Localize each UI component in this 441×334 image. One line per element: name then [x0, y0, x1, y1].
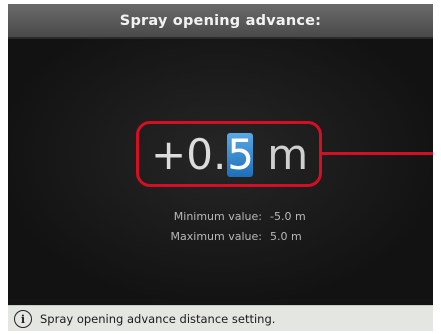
integer-digit[interactable]: 0 [186, 134, 213, 176]
page-title: Spray opening advance: [8, 4, 433, 39]
limit-labels: Minimum value: Maximum value: [148, 207, 262, 247]
display-screen: Spray opening advance: + 0 . 5 m Minimum… [8, 4, 433, 331]
max-label: Maximum value: [170, 230, 262, 243]
min-label: Minimum value: [173, 210, 262, 223]
limit-values: -5.0 m 5.0 m [270, 207, 350, 247]
status-bar: i Spray opening advance distance setting… [8, 305, 433, 331]
min-value: -5.0 m [270, 210, 306, 223]
info-icon: i [14, 310, 32, 328]
status-text: Spray opening advance distance setting. [40, 312, 276, 326]
value-input[interactable]: + 0 . 5 m [151, 129, 308, 181]
callout-line [322, 152, 433, 155]
decimal-point: . [212, 130, 227, 179]
max-value: 5.0 m [270, 230, 302, 243]
unit-label: m [267, 130, 309, 179]
value-editor-panel: + 0 . 5 m Minimum value: Maximum value: … [8, 39, 433, 299]
sign: + [151, 130, 187, 179]
selected-decimal-digit[interactable]: 5 [227, 133, 254, 177]
